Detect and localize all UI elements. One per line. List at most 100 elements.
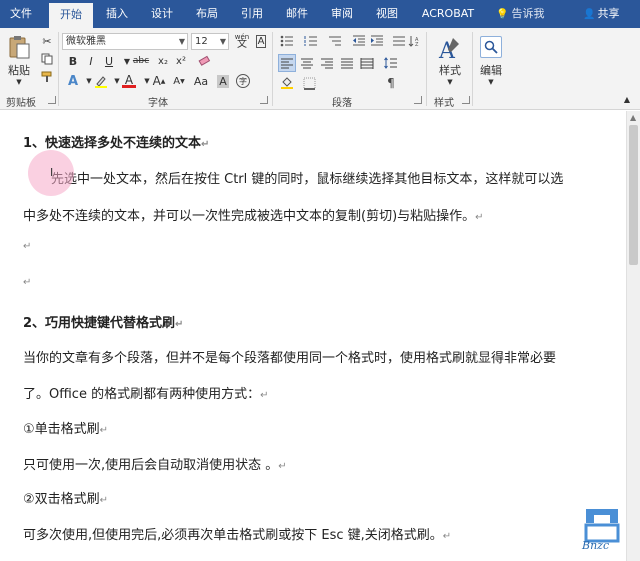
collapse-ribbon-button[interactable]: ▲ (618, 90, 636, 108)
paragraph-2-line-1: 当你的文章有多个段落，但并不是每个段落都使用同一个格式时，使用格式刷就显得非常必… (23, 351, 557, 366)
tab-home[interactable]: 开始 (49, 3, 93, 28)
bold-button[interactable]: B (64, 52, 82, 70)
multilevel-list-icon (329, 36, 341, 46)
font-color-button[interactable]: A (120, 72, 138, 90)
paragraph-mark: ↵ (201, 139, 210, 150)
decrease-indent-button[interactable] (350, 32, 368, 50)
clear-formatting-button[interactable] (196, 52, 214, 70)
divider (272, 32, 273, 106)
distribute-icon (360, 58, 374, 69)
tell-me-box[interactable]: 💡 告诉我 (496, 0, 544, 28)
scroll-up-icon[interactable]: ▲ (630, 113, 636, 122)
justify-button[interactable] (338, 54, 356, 72)
format-painter-button[interactable] (38, 68, 56, 86)
pilcrow-icon: ¶ (387, 76, 395, 90)
clipboard-group-label: 剪贴板 (6, 98, 36, 109)
circled-char-icon: 字 (236, 74, 250, 88)
phonetic-guide-button[interactable]: wén 文 (232, 32, 252, 50)
paragraph-3: 只可使用一次,使用后会自动取消使用状态 。↵ (23, 458, 287, 473)
share-button[interactable]: 👤 共享 (583, 0, 619, 28)
align-center-button[interactable] (298, 54, 316, 72)
align-center-icon (301, 58, 313, 69)
borders-button[interactable] (300, 74, 318, 92)
justify-icon (341, 58, 353, 69)
tab-review[interactable]: 审阅 (325, 0, 359, 28)
paintbrush-icon (41, 71, 52, 82)
font-size-select[interactable]: 12 ▼ (191, 33, 229, 50)
chevron-down-icon: ▼ (447, 78, 453, 86)
chevron-down-icon: ▼ (86, 77, 92, 85)
tab-references[interactable]: 引用 (235, 0, 269, 28)
list-item-2: ②双击格式刷↵ (23, 492, 109, 507)
divider (472, 32, 473, 106)
scrollbar-thumb[interactable] (629, 125, 638, 265)
copy-button[interactable] (38, 50, 56, 68)
bullet-list-icon (280, 35, 293, 47)
align-left-icon (281, 58, 293, 69)
paragraph-2-line-2: 了。Office 的格式刷都有两种使用方式：↵ (23, 387, 269, 402)
vertical-scrollbar[interactable]: ▲ (626, 111, 640, 561)
tab-insert[interactable]: 插入 (100, 0, 134, 28)
line-spacing-button[interactable] (382, 54, 400, 72)
shrink-font-button[interactable]: A ▼ (170, 72, 188, 90)
clipboard-icon (9, 36, 30, 59)
show-marks-button[interactable]: ¶ (382, 74, 400, 92)
paragraph-mark: ↵ (278, 461, 287, 472)
align-right-button[interactable] (318, 54, 336, 72)
bullets-button[interactable] (278, 32, 296, 50)
clipboard-launcher-icon[interactable] (48, 96, 56, 104)
styles-launcher-icon[interactable] (462, 96, 470, 104)
superscript-button[interactable]: x² (172, 52, 190, 70)
tab-design[interactable]: 设计 (145, 0, 179, 28)
paragraph-group-label: 段落 (332, 98, 352, 109)
red-underline-bar (122, 84, 136, 88)
eraser-icon (198, 55, 211, 66)
italic-button[interactable]: I (82, 52, 100, 70)
char-border-button[interactable]: A (252, 32, 270, 50)
search-icon (480, 36, 502, 58)
underline-button[interactable]: U (100, 52, 118, 70)
chevron-down-icon: ▼ (144, 77, 150, 85)
align-left-button[interactable] (278, 54, 296, 72)
shading-button[interactable] (278, 74, 296, 92)
distributed-button[interactable] (358, 54, 376, 72)
numbering-button[interactable] (302, 32, 320, 50)
editing-button[interactable]: 编辑 ▼ (476, 32, 506, 90)
styles-icon: A (438, 38, 459, 62)
chevron-up-icon: ▲ (623, 94, 631, 104)
paragraph-mark: ↵ (442, 531, 452, 542)
char-shading-button[interactable]: A (214, 72, 232, 90)
change-case-button[interactable]: Aa (190, 72, 212, 90)
chevron-down-icon: ▼ (178, 37, 185, 46)
font-name-select[interactable]: 微软雅黑 ▼ (62, 33, 188, 50)
paragraph-1-line-1: 先选中一处文本，然后在按住 Ctrl 键的同时，鼠标继续选择其他目标文本，这样就… (51, 172, 564, 187)
tab-file[interactable]: 文件 (4, 0, 38, 28)
sort-button[interactable]: AZ (406, 32, 424, 50)
paragraph-mark: ↵ (99, 495, 109, 506)
paragraph-mark: ↵ (175, 319, 184, 330)
layout-icon (393, 36, 405, 46)
multilevel-list-button[interactable] (326, 32, 344, 50)
lightbulb-icon: 💡 (496, 9, 509, 20)
sort-icon: AZ (408, 36, 419, 47)
paste-button[interactable]: 粘贴 ▼ (4, 32, 34, 88)
paint-bucket-icon (281, 76, 293, 89)
strikethrough-button[interactable]: abc (130, 52, 152, 70)
heading-2: 2、巧用快捷键代替格式刷↵ (23, 316, 184, 331)
cut-button[interactable]: ✂ (38, 32, 56, 50)
tab-layout[interactable]: 布局 (190, 0, 224, 28)
styles-group-label: 样式 (434, 98, 454, 109)
font-launcher-icon[interactable] (260, 96, 268, 104)
tab-mailings[interactable]: 邮件 (280, 0, 314, 28)
increase-indent-button[interactable] (368, 32, 386, 50)
empty-paragraph-mark: ↵ (23, 277, 32, 288)
tab-acrobat[interactable]: ACROBAT (416, 0, 480, 28)
tab-view[interactable]: 视图 (370, 0, 404, 28)
grow-font-button[interactable]: A ▲ (150, 72, 168, 90)
subscript-button[interactable]: x₂ (154, 52, 172, 70)
styles-button[interactable]: A 样式 ▼ (432, 32, 468, 90)
chevron-down-icon: ▼ (219, 37, 226, 46)
document-page[interactable]: 1、快速选择多处不连续的文本↵ 先选中一处文本，然后在按住 Ctrl 键的同时，… (0, 111, 626, 561)
enclose-char-button[interactable]: 字 (234, 72, 252, 90)
paragraph-launcher-icon[interactable] (414, 96, 422, 104)
